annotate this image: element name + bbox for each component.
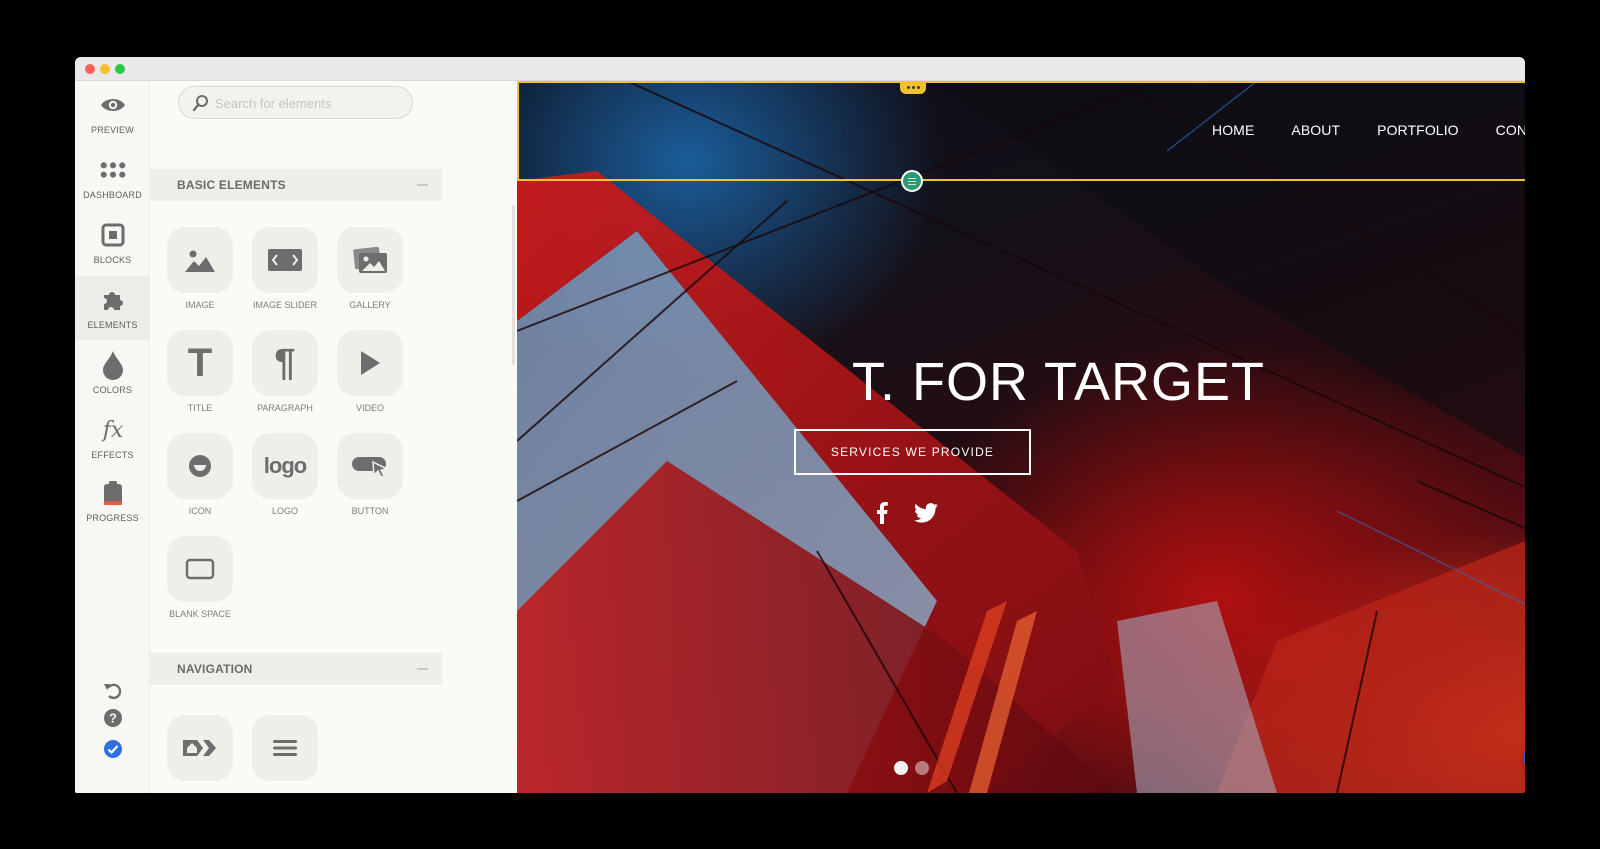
puzzle-icon: [100, 287, 126, 313]
element-tile-gallery[interactable]: GALLERY: [337, 227, 403, 310]
rail-label: PREVIEW: [91, 125, 134, 135]
collapse-icon[interactable]: [417, 668, 428, 670]
image-slider-icon: [252, 227, 318, 293]
panel-scrollbar[interactable]: [512, 205, 515, 365]
hamburger-menu-icon: [252, 715, 318, 781]
slider-pagination: [894, 761, 929, 775]
undo-icon[interactable]: [101, 678, 125, 702]
tile-label: BUTTON: [351, 506, 389, 516]
rail-item-blocks[interactable]: BLOCKS: [75, 211, 150, 275]
svg-text:?: ?: [109, 711, 117, 726]
element-tile-icon[interactable]: ICON: [167, 433, 233, 516]
check-status-icon[interactable]: [101, 737, 125, 761]
nav-home[interactable]: HOME: [1212, 122, 1254, 138]
title-bar: [75, 57, 1525, 81]
minimize-window-button[interactable]: [100, 64, 110, 74]
search-input[interactable]: Search for elements: [178, 86, 413, 119]
rail-label: DASHBOARD: [83, 190, 142, 200]
gallery-icon: [337, 227, 403, 293]
section-title: NAVIGATION: [177, 662, 253, 676]
rail-item-progress[interactable]: PROGRESS: [75, 469, 150, 533]
zoom-window-button[interactable]: [115, 64, 125, 74]
collapse-icon[interactable]: [417, 184, 428, 186]
hero-title[interactable]: T. FOR TARGET: [517, 351, 1525, 413]
blank-space-icon: [167, 536, 233, 602]
element-tile-blank-space[interactable]: BLANK SPACE: [167, 536, 233, 619]
image-icon: [167, 227, 233, 293]
app-window: PREVIEW DASHBOARD BLOCKS ELEMENTS COLORS: [75, 57, 1525, 793]
block-resize-knob[interactable]: [901, 170, 923, 192]
square-block-icon: [100, 222, 126, 248]
eye-icon: [100, 92, 126, 118]
services-button[interactable]: SERVICES WE PROVIDE: [794, 429, 1031, 475]
nav-contact[interactable]: CONTACT: [1496, 122, 1525, 138]
drop-icon: [100, 351, 126, 380]
element-tile-menu-nav[interactable]: [252, 715, 318, 781]
home-breadcrumb-icon: [167, 715, 233, 781]
slider-dot-active[interactable]: [894, 761, 908, 775]
facebook-icon[interactable]: [870, 501, 894, 525]
play-icon: [337, 330, 403, 396]
help-icon[interactable]: ?: [101, 706, 125, 730]
logo-icon: logo: [252, 433, 318, 499]
rail-item-dashboard[interactable]: DASHBOARD: [75, 146, 150, 210]
rail-item-preview[interactable]: PREVIEW: [75, 81, 150, 145]
site-nav: HOME ABOUT PORTFOLIO CONTACT: [1212, 122, 1525, 138]
slider-dot[interactable]: [915, 761, 929, 775]
site-canvas[interactable]: HOME ABOUT PORTFOLIO CONTACT T. FOR TARG…: [517, 81, 1525, 793]
paragraph-icon: ¶: [252, 330, 318, 396]
rail-label: COLORS: [92, 385, 133, 395]
rail-label: BLOCKS: [93, 255, 132, 265]
element-tile-image[interactable]: IMAGE: [167, 227, 233, 310]
clipboard-icon: [100, 480, 126, 506]
element-tile-paragraph[interactable]: ¶ PARAGRAPH: [252, 330, 318, 413]
section-navigation[interactable]: NAVIGATION: [150, 653, 442, 685]
element-tile-logo[interactable]: logo LOGO: [252, 433, 318, 516]
section-title: BASIC ELEMENTS: [177, 178, 286, 192]
close-window-button[interactable]: [85, 64, 95, 74]
rail-item-effects[interactable]: fx EFFECTS: [75, 406, 150, 470]
left-toolbar: PREVIEW DASHBOARD BLOCKS ELEMENTS COLORS: [75, 81, 150, 793]
element-tile-title[interactable]: T TITLE: [167, 330, 233, 413]
element-tile-video[interactable]: VIDEO: [337, 330, 403, 413]
tile-label: BLANK SPACE: [169, 609, 231, 619]
tile-label: VIDEO: [355, 403, 384, 413]
twitter-icon[interactable]: [914, 501, 938, 525]
title-icon: T: [167, 330, 233, 396]
smiley-icon: [167, 433, 233, 499]
fx-icon: fx: [102, 417, 124, 443]
nav-portfolio[interactable]: PORTFOLIO: [1377, 122, 1459, 138]
rail-label: EFFECTS: [91, 450, 134, 460]
tile-label: GALLERY: [349, 300, 391, 310]
rail-label: ELEMENTS: [87, 320, 138, 330]
grid-dots-icon: [100, 157, 126, 183]
search-icon: [192, 94, 210, 112]
search-placeholder: Search for elements: [215, 96, 332, 111]
block-options-handle[interactable]: [900, 81, 926, 94]
rail-item-colors[interactable]: COLORS: [75, 341, 150, 405]
button-cursor-icon: [337, 433, 403, 499]
rail-item-elements[interactable]: ELEMENTS: [75, 276, 150, 340]
element-tile-breadcrumb-nav[interactable]: [167, 715, 233, 781]
rail-label: PROGRESS: [86, 513, 139, 523]
section-basic-elements[interactable]: BASIC ELEMENTS: [150, 169, 442, 201]
element-tile-image-slider[interactable]: IMAGE SLIDER: [252, 227, 318, 310]
element-tile-button[interactable]: BUTTON: [337, 433, 403, 516]
nav-about[interactable]: ABOUT: [1291, 122, 1340, 138]
